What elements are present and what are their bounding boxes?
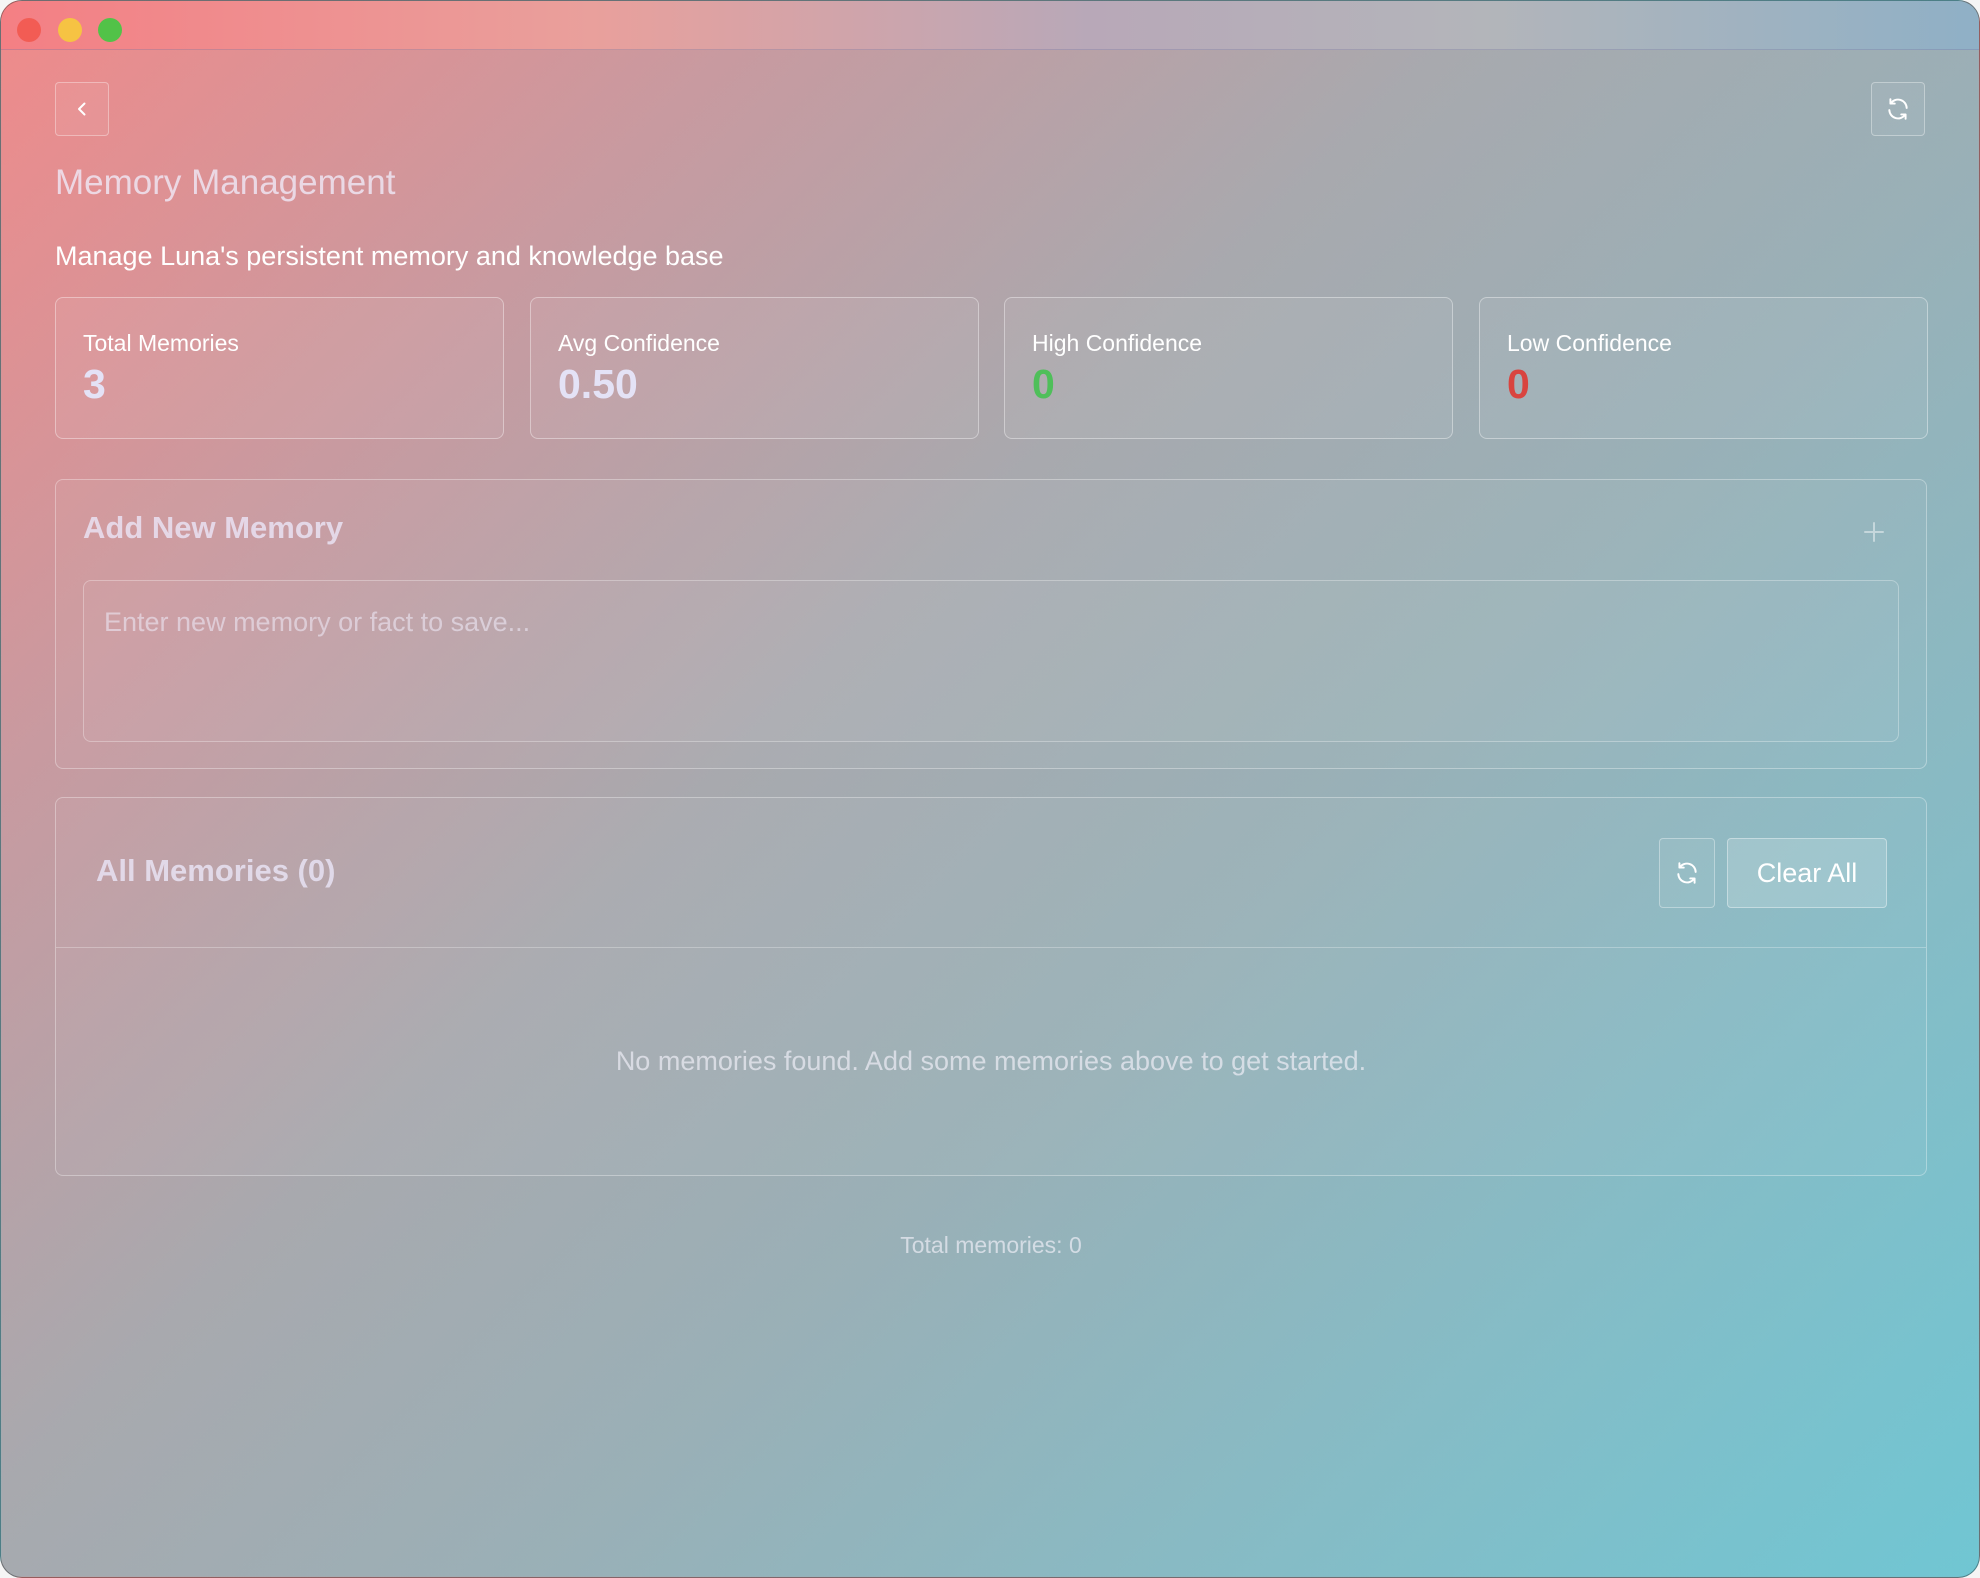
zoom-window-button[interactable]	[98, 18, 122, 42]
stat-card-high-confidence: High Confidence 0	[1004, 297, 1453, 439]
stat-card-low-confidence: Low Confidence 0	[1479, 297, 1928, 439]
total-memories-footer: Total memories: 0	[900, 1232, 1082, 1258]
stat-label: Total Memories	[83, 330, 239, 356]
chevron-left-icon	[78, 102, 86, 116]
stat-label: Avg Confidence	[558, 330, 720, 356]
refresh-icon	[1677, 862, 1697, 884]
page-subtitle: Manage Luna's persistent memory and know…	[55, 241, 724, 271]
stat-card-total-memories: Total Memories 3	[55, 297, 504, 439]
stat-card-avg-confidence: Avg Confidence 0.50	[530, 297, 979, 439]
stat-value: 0	[1032, 361, 1055, 407]
refresh-button[interactable]	[1871, 82, 1925, 136]
close-window-button[interactable]	[17, 18, 41, 42]
plus-icon	[1864, 522, 1884, 542]
stat-label: Low Confidence	[1507, 330, 1672, 356]
stat-value: 0.50	[558, 361, 638, 407]
minimize-window-button[interactable]	[58, 18, 82, 42]
add-memory-button[interactable]	[1858, 516, 1890, 548]
add-memory-panel: Add New Memory	[55, 479, 1927, 769]
page-title: Memory Management	[55, 163, 396, 202]
title-bar	[1, 1, 1979, 50]
empty-state-message: No memories found. Add some memories abo…	[615, 1046, 1367, 1076]
back-button[interactable]	[55, 82, 109, 136]
add-memory-title: Add New Memory	[83, 510, 344, 545]
all-memories-panel: All Memories (0) Clear All No memories f…	[55, 797, 1927, 1176]
stat-value: 0	[1507, 361, 1530, 407]
memory-input[interactable]	[83, 580, 1899, 742]
stat-label: High Confidence	[1032, 330, 1203, 356]
app-window: Memory Management Manage Luna's persiste…	[0, 0, 1980, 1578]
all-memories-title: All Memories (0)	[96, 853, 336, 888]
stat-value: 3	[83, 361, 106, 407]
refresh-icon	[1888, 98, 1908, 120]
refresh-memories-button[interactable]	[1659, 838, 1715, 908]
divider	[56, 947, 1926, 948]
clear-all-button[interactable]: Clear All	[1727, 838, 1887, 908]
